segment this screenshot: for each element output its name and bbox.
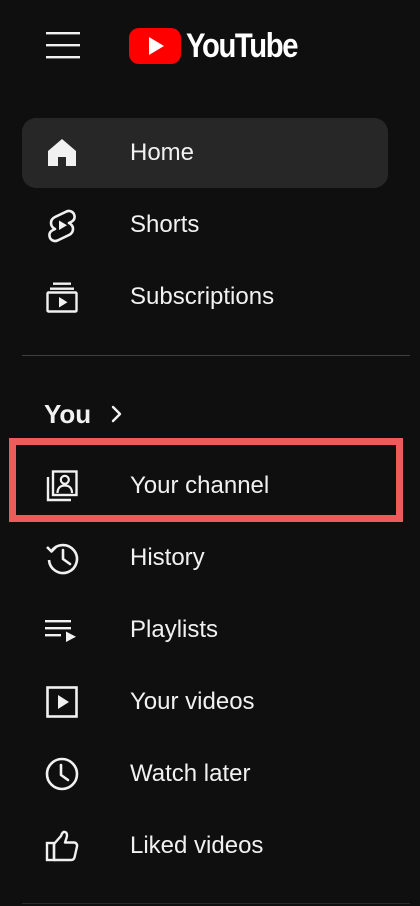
youtube-logo[interactable]: YouTube: [128, 26, 315, 66]
subscriptions-icon: [44, 279, 80, 315]
home-icon: [44, 135, 80, 171]
section-divider: [22, 355, 410, 356]
nav-label-watch-later: Watch later: [130, 760, 251, 787]
watch-later-icon: [44, 756, 80, 792]
nav-item-your-videos[interactable]: Your videos: [22, 667, 388, 737]
nav-label-your-channel: Your channel: [130, 472, 270, 499]
nav-label-your-videos: Your videos: [130, 688, 255, 715]
nav-label-liked-videos: Liked videos: [130, 832, 264, 859]
nav-item-subscriptions[interactable]: Subscriptions: [22, 262, 388, 332]
guide-sidebar: YouTube Home Shorts Subscriptions You Yo…: [0, 0, 420, 906]
top-bar: YouTube: [0, 0, 420, 92]
nav-label-history: History: [130, 544, 205, 571]
your-channel-icon: [44, 468, 80, 504]
shorts-icon: [44, 207, 80, 243]
hamburger-menu-icon: [46, 32, 80, 59]
your-videos-icon: [44, 684, 80, 720]
nav-label-subscriptions: Subscriptions: [130, 283, 275, 310]
nav-item-history[interactable]: History: [22, 523, 388, 593]
you-section-header[interactable]: You: [44, 392, 125, 436]
history-icon: [44, 540, 80, 576]
nav-item-liked-videos[interactable]: Liked videos: [22, 811, 388, 881]
chevron-right-icon: [109, 402, 125, 426]
playlists-icon: [44, 612, 80, 648]
nav-label-shorts: Shorts: [130, 211, 200, 238]
bottom-divider: [22, 903, 410, 904]
thumbs-up-icon: [44, 828, 80, 864]
nav-label-playlists: Playlists: [130, 616, 219, 643]
logo-wordmark: YouTube: [186, 26, 298, 65]
nav-item-playlists[interactable]: Playlists: [22, 595, 388, 665]
menu-button[interactable]: [40, 26, 90, 66]
youtube-play-logo-icon: [129, 28, 181, 64]
you-section-title: You: [44, 398, 92, 429]
nav-item-your-channel[interactable]: Your channel: [22, 451, 388, 521]
nav-item-watch-later[interactable]: Watch later: [22, 739, 388, 809]
nav-item-shorts[interactable]: Shorts: [22, 190, 388, 260]
nav-item-home[interactable]: Home: [22, 118, 388, 188]
nav-label-home: Home: [130, 139, 195, 166]
